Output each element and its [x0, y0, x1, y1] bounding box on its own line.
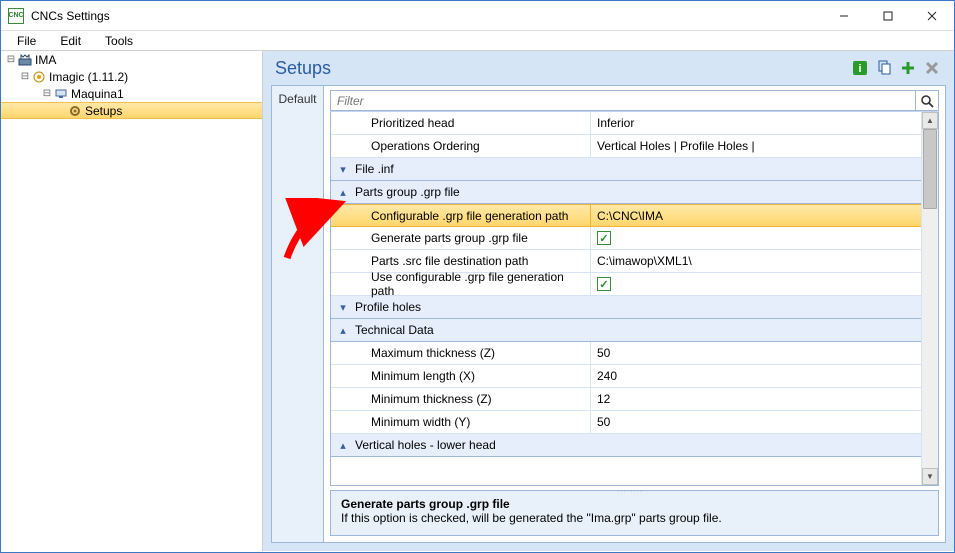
menubar: File Edit Tools — [1, 31, 954, 51]
property-value[interactable]: 240 — [591, 365, 921, 387]
search-button[interactable] — [915, 90, 939, 111]
row-min-length[interactable]: Minimum length (X) 240 — [331, 365, 921, 388]
property-value[interactable]: ✓ — [591, 227, 921, 249]
minimize-button[interactable] — [822, 1, 866, 31]
tree-label: Maquina1 — [71, 87, 124, 101]
tree-node-setups[interactable]: Setups — [1, 102, 262, 119]
chevron-down-icon: ▾ — [331, 301, 355, 314]
titlebar: CNC CNCs Settings — [1, 1, 954, 31]
menu-tools[interactable]: Tools — [93, 32, 145, 50]
row-min-thickness[interactable]: Minimum thickness (Z) 12 — [331, 388, 921, 411]
svg-text:i: i — [858, 63, 861, 75]
help-title: Generate parts group .grp file — [341, 497, 928, 511]
group-label: Profile holes — [355, 300, 421, 314]
scroll-up-icon[interactable]: ▲ — [922, 112, 938, 129]
property-label: Prioritized head — [331, 112, 591, 134]
tree-node-ima[interactable]: ⊟ IMA — [1, 51, 262, 68]
help-panel: :::::::: Generate parts group .grp file … — [330, 490, 939, 536]
factory-icon — [17, 52, 33, 68]
tree-node-maquina1[interactable]: ⊟ Maquina1 — [1, 85, 262, 102]
property-value[interactable]: 50 — [591, 411, 921, 433]
property-label: Minimum length (X) — [331, 365, 591, 387]
sidebar: ⊟ IMA ⊟ Imagic (1.11.2) ⊟ Maquina1 Setup… — [1, 51, 263, 551]
chevron-down-icon: ▾ — [331, 163, 355, 176]
property-value[interactable]: Vertical Holes | Profile Holes | — [591, 135, 921, 157]
copy-button[interactable] — [874, 58, 894, 78]
window-title: CNCs Settings — [31, 9, 822, 23]
collapse-icon[interactable]: ⊟ — [19, 71, 31, 82]
help-body: If this option is checked, will be gener… — [341, 511, 928, 525]
chevron-up-icon: ▴ — [331, 439, 355, 452]
group-technical-data[interactable]: ▴ Technical Data — [331, 319, 921, 342]
property-label: Operations Ordering — [331, 135, 591, 157]
close-button[interactable] — [910, 1, 954, 31]
property-value[interactable]: 50 — [591, 342, 921, 364]
vertical-scrollbar[interactable]: ▲ ▼ — [921, 112, 938, 485]
property-label: Minimum thickness (Z) — [331, 388, 591, 410]
row-max-thickness[interactable]: Maximum thickness (Z) 50 — [331, 342, 921, 365]
tree-label: Setups — [85, 104, 122, 118]
row-generate-grp[interactable]: Generate parts group .grp file ✓ — [331, 227, 921, 250]
property-label: Minimum width (Y) — [331, 411, 591, 433]
group-label: Vertical holes - lower head — [355, 438, 496, 452]
property-label: Parts .src file destination path — [331, 250, 591, 272]
property-value[interactable]: C:\imawop\XML1\ — [591, 250, 921, 272]
row-prioritized-head[interactable]: Prioritized head Inferior — [331, 112, 921, 135]
property-value[interactable]: ✓ — [591, 273, 921, 295]
group-label: Parts group .grp file — [355, 185, 460, 199]
collapse-icon[interactable]: ⊟ — [41, 88, 53, 99]
group-parts-grp[interactable]: ▴ Parts group .grp file — [331, 181, 921, 204]
module-icon — [31, 69, 47, 85]
property-label: Generate parts group .grp file — [331, 227, 591, 249]
tree-node-imagic[interactable]: ⊟ Imagic (1.11.2) — [1, 68, 262, 85]
group-vertical-holes-lower[interactable]: ▴ Vertical holes - lower head — [331, 434, 921, 457]
row-configurable-grp-path[interactable]: Configurable .grp file generation path C… — [331, 204, 921, 227]
chevron-up-icon: ▴ — [331, 324, 355, 337]
property-value[interactable]: 12 — [591, 388, 921, 410]
property-label: Use configurable .grp file generation pa… — [331, 273, 591, 295]
info-button[interactable]: i — [850, 58, 870, 78]
scrollbar-thumb[interactable] — [923, 129, 937, 209]
menu-edit[interactable]: Edit — [48, 32, 93, 50]
property-label: Configurable .grp file generation path — [331, 205, 591, 226]
tab-default[interactable]: Default — [272, 86, 324, 542]
property-value[interactable]: Inferior — [591, 112, 921, 134]
maximize-button[interactable] — [866, 1, 910, 31]
checkbox-checked-icon[interactable]: ✓ — [597, 277, 611, 291]
row-operations-ordering[interactable]: Operations Ordering Vertical Holes | Pro… — [331, 135, 921, 158]
resize-grip-icon[interactable]: :::::::: — [618, 488, 652, 493]
group-label: Technical Data — [355, 323, 434, 337]
app-icon: CNC — [8, 8, 24, 24]
group-profile-holes[interactable]: ▾ Profile holes — [331, 296, 921, 319]
tree-label: Imagic (1.11.2) — [49, 70, 128, 84]
filter-input[interactable] — [330, 90, 915, 111]
gear-icon — [67, 103, 83, 119]
chevron-up-icon: ▴ — [331, 186, 355, 199]
machine-icon — [53, 86, 69, 102]
group-file-inf[interactable]: ▾ File .inf — [331, 158, 921, 181]
property-value[interactable]: C:\CNC\IMA — [591, 205, 921, 226]
row-use-configurable-path[interactable]: Use configurable .grp file generation pa… — [331, 273, 921, 296]
main-panel: Setups i Default — [263, 51, 954, 551]
menu-file[interactable]: File — [5, 32, 48, 50]
group-label: File .inf — [355, 162, 394, 176]
collapse-icon[interactable]: ⊟ — [5, 54, 17, 65]
tree-label: IMA — [35, 53, 56, 67]
scroll-down-icon[interactable]: ▼ — [922, 468, 938, 485]
delete-button[interactable] — [922, 58, 942, 78]
property-label: Maximum thickness (Z) — [331, 342, 591, 364]
add-button[interactable] — [898, 58, 918, 78]
checkbox-checked-icon[interactable]: ✓ — [597, 231, 611, 245]
page-title: Setups — [275, 58, 846, 79]
property-grid: Prioritized head Inferior Operations Ord… — [330, 112, 939, 486]
row-min-width[interactable]: Minimum width (Y) 50 — [331, 411, 921, 434]
